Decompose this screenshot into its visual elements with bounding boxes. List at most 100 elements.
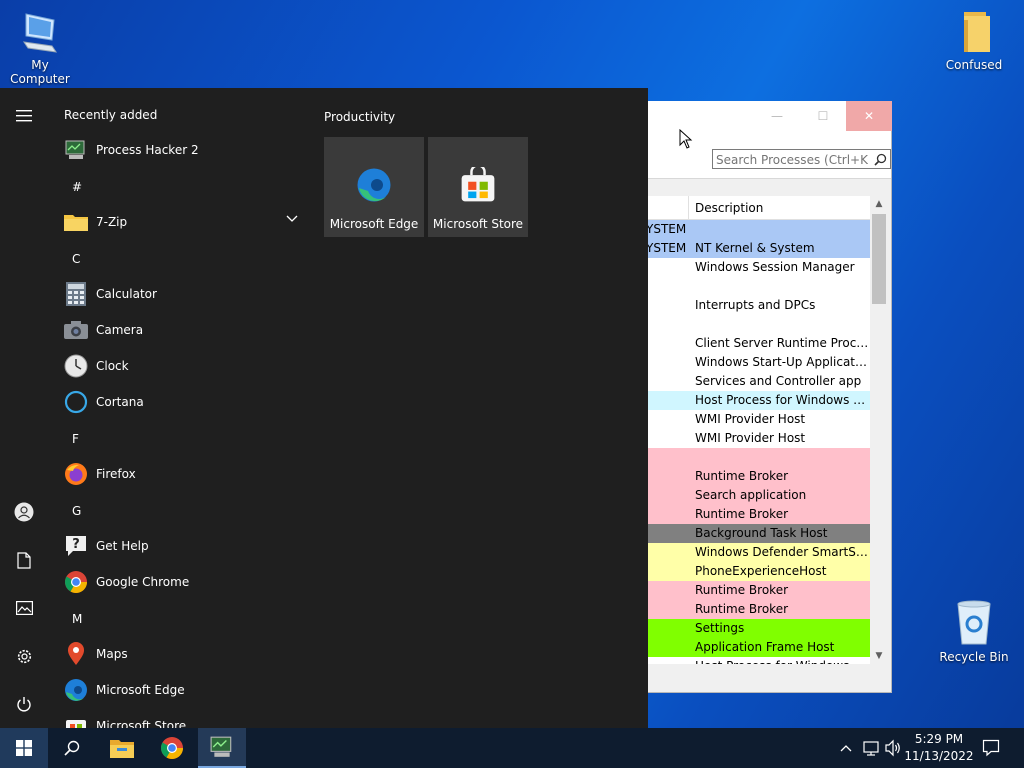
- volume-icon[interactable]: [884, 738, 902, 758]
- process-row[interactable]: Runtime Broker: [648, 467, 887, 486]
- user-account-button[interactable]: [0, 488, 48, 536]
- maximize-button[interactable]: ☐: [800, 101, 846, 131]
- process-row[interactable]: Runtime Broker: [648, 600, 887, 619]
- process-row[interactable]: Background Task Host: [648, 524, 887, 543]
- app-label: Cortana: [96, 395, 144, 409]
- app-item-get-help[interactable]: ? Get Help: [48, 528, 310, 564]
- process-row[interactable]: Services and Controller app: [648, 372, 887, 391]
- edge-icon: [357, 168, 391, 202]
- process-row[interactable]: Client Server Runtime Process: [648, 334, 887, 353]
- letter-header-g[interactable]: G: [72, 504, 81, 518]
- process-row[interactable]: PhoneExperienceHost: [648, 562, 887, 581]
- notification-icon[interactable]: [982, 738, 1000, 758]
- app-item-calculator[interactable]: Calculator: [48, 276, 310, 312]
- process-row[interactable]: Application Frame Host: [648, 638, 887, 657]
- scroll-up-arrow-icon[interactable]: ▲: [870, 196, 888, 212]
- scroll-down-arrow-icon[interactable]: ▼: [870, 648, 888, 664]
- chevron-down-icon[interactable]: [286, 215, 298, 223]
- recently-added-header: Recently added: [64, 108, 158, 122]
- process-row[interactable]: Windows Session Manager: [648, 258, 887, 277]
- app-list[interactable]: Recently added Process Hacker 2 # 7-Zip …: [48, 88, 310, 728]
- process-row[interactable]: [648, 315, 887, 334]
- process-row[interactable]: Windows Defender SmartScre...: [648, 543, 887, 562]
- cortana-icon: [64, 390, 88, 414]
- process-description: WMI Provider Host: [695, 431, 806, 445]
- gear-icon: [17, 649, 31, 663]
- process-row[interactable]: Settings: [648, 619, 887, 638]
- firefox-icon: [64, 462, 88, 486]
- user-avatar-icon: [14, 502, 34, 522]
- taskbar-process-hacker[interactable]: [198, 728, 246, 768]
- app-item-microsoft-store[interactable]: Microsoft Store: [48, 708, 310, 728]
- close-button[interactable]: ✕: [846, 101, 892, 131]
- power-button[interactable]: [0, 680, 48, 728]
- process-list-scrollbar[interactable]: ▲ ▼: [870, 196, 888, 664]
- process-hacker-window: — ☐ ✕ Description YSTEM YSTEM NT Kernel & …: [648, 101, 892, 693]
- process-row[interactable]: Search application: [648, 486, 887, 505]
- letter-header-m[interactable]: M: [72, 612, 82, 626]
- process-row[interactable]: Host Process for Windows Se...: [648, 657, 887, 664]
- app-item-camera[interactable]: Camera: [48, 312, 310, 348]
- app-item-cortana[interactable]: Cortana: [48, 384, 310, 420]
- process-description: Settings: [695, 621, 745, 635]
- process-row[interactable]: Runtime Broker: [648, 581, 887, 600]
- documents-button[interactable]: [0, 536, 48, 584]
- start-menu: Recently added Process Hacker 2 # 7-Zip …: [0, 88, 648, 728]
- taskbar: 5:29 PM 11/13/2022: [0, 728, 1024, 768]
- letter-header-f[interactable]: F: [72, 432, 79, 446]
- app-item-google-chrome[interactable]: Google Chrome: [48, 564, 310, 600]
- app-item-microsoft-edge[interactable]: Microsoft Edge: [48, 672, 310, 708]
- app-label: Maps: [96, 647, 128, 661]
- settings-button[interactable]: [0, 632, 48, 680]
- taskbar-search-button[interactable]: [48, 728, 96, 768]
- taskbar-google-chrome[interactable]: [148, 728, 196, 768]
- store-icon: [461, 167, 495, 202]
- help-icon: ?: [64, 534, 88, 558]
- process-row[interactable]: WMI Provider Host: [648, 429, 887, 448]
- process-row[interactable]: Windows Start-Up Application: [648, 353, 887, 372]
- pictures-button[interactable]: [0, 584, 48, 632]
- network-icon[interactable]: [862, 738, 880, 758]
- start-menu-rail: [0, 88, 48, 728]
- app-item-process-hacker[interactable]: Process Hacker 2: [48, 132, 310, 168]
- process-row[interactable]: Interrupts and DPCs: [648, 296, 887, 315]
- chevron-up-icon[interactable]: [840, 738, 852, 758]
- tile-microsoft-store[interactable]: Microsoft Store: [428, 137, 528, 237]
- recycle-bin-desktop-icon[interactable]: Recycle Bin: [934, 600, 1014, 664]
- mouse-cursor-icon: [679, 129, 693, 149]
- process-row[interactable]: [648, 277, 887, 296]
- search-icon[interactable]: [874, 153, 887, 166]
- process-row[interactable]: YSTEM NT Kernel & System: [648, 239, 887, 258]
- letter-header-c[interactable]: C: [72, 252, 80, 266]
- my-computer-desktop-icon[interactable]: My Computer: [0, 10, 80, 86]
- pictures-icon: [15, 601, 33, 615]
- app-label: Get Help: [96, 539, 149, 553]
- process-user-name: YSTEM: [648, 241, 687, 255]
- taskbar-file-explorer[interactable]: [98, 728, 146, 768]
- scrollbar-thumb[interactable]: [872, 214, 886, 304]
- process-row[interactable]: YSTEM: [648, 220, 887, 239]
- tiles-group-header[interactable]: Productivity: [324, 110, 395, 124]
- expand-menu-button[interactable]: [0, 92, 48, 140]
- minimize-button[interactable]: —: [754, 101, 800, 131]
- search-processes-input[interactable]: [712, 149, 891, 169]
- letter-header-hash[interactable]: #: [72, 180, 82, 194]
- confused-folder-desktop-icon[interactable]: Confused: [934, 10, 1014, 72]
- app-item-clock[interactable]: Clock: [48, 348, 310, 384]
- app-item-maps[interactable]: Maps: [48, 636, 310, 672]
- process-row[interactable]: Host Process for Windows Ser...: [648, 391, 887, 410]
- description-column-header[interactable]: Description: [695, 201, 763, 215]
- store-icon: [64, 714, 88, 728]
- app-item-firefox[interactable]: Firefox: [48, 456, 310, 492]
- column-separator[interactable]: [688, 196, 689, 220]
- tile-microsoft-edge[interactable]: Microsoft Edge: [324, 137, 424, 237]
- app-label: Firefox: [96, 467, 136, 481]
- process-row[interactable]: [648, 448, 887, 467]
- process-row[interactable]: WMI Provider Host: [648, 410, 887, 429]
- app-item-7zip[interactable]: 7-Zip: [48, 204, 310, 240]
- start-button[interactable]: [0, 728, 48, 768]
- process-row[interactable]: Runtime Broker: [648, 505, 887, 524]
- taskbar-clock[interactable]: 5:29 PM 11/13/2022: [904, 731, 974, 765]
- process-list[interactable]: Description YSTEM YSTEM NT Kernel & System…: [648, 196, 888, 664]
- folder-icon: [964, 12, 990, 52]
